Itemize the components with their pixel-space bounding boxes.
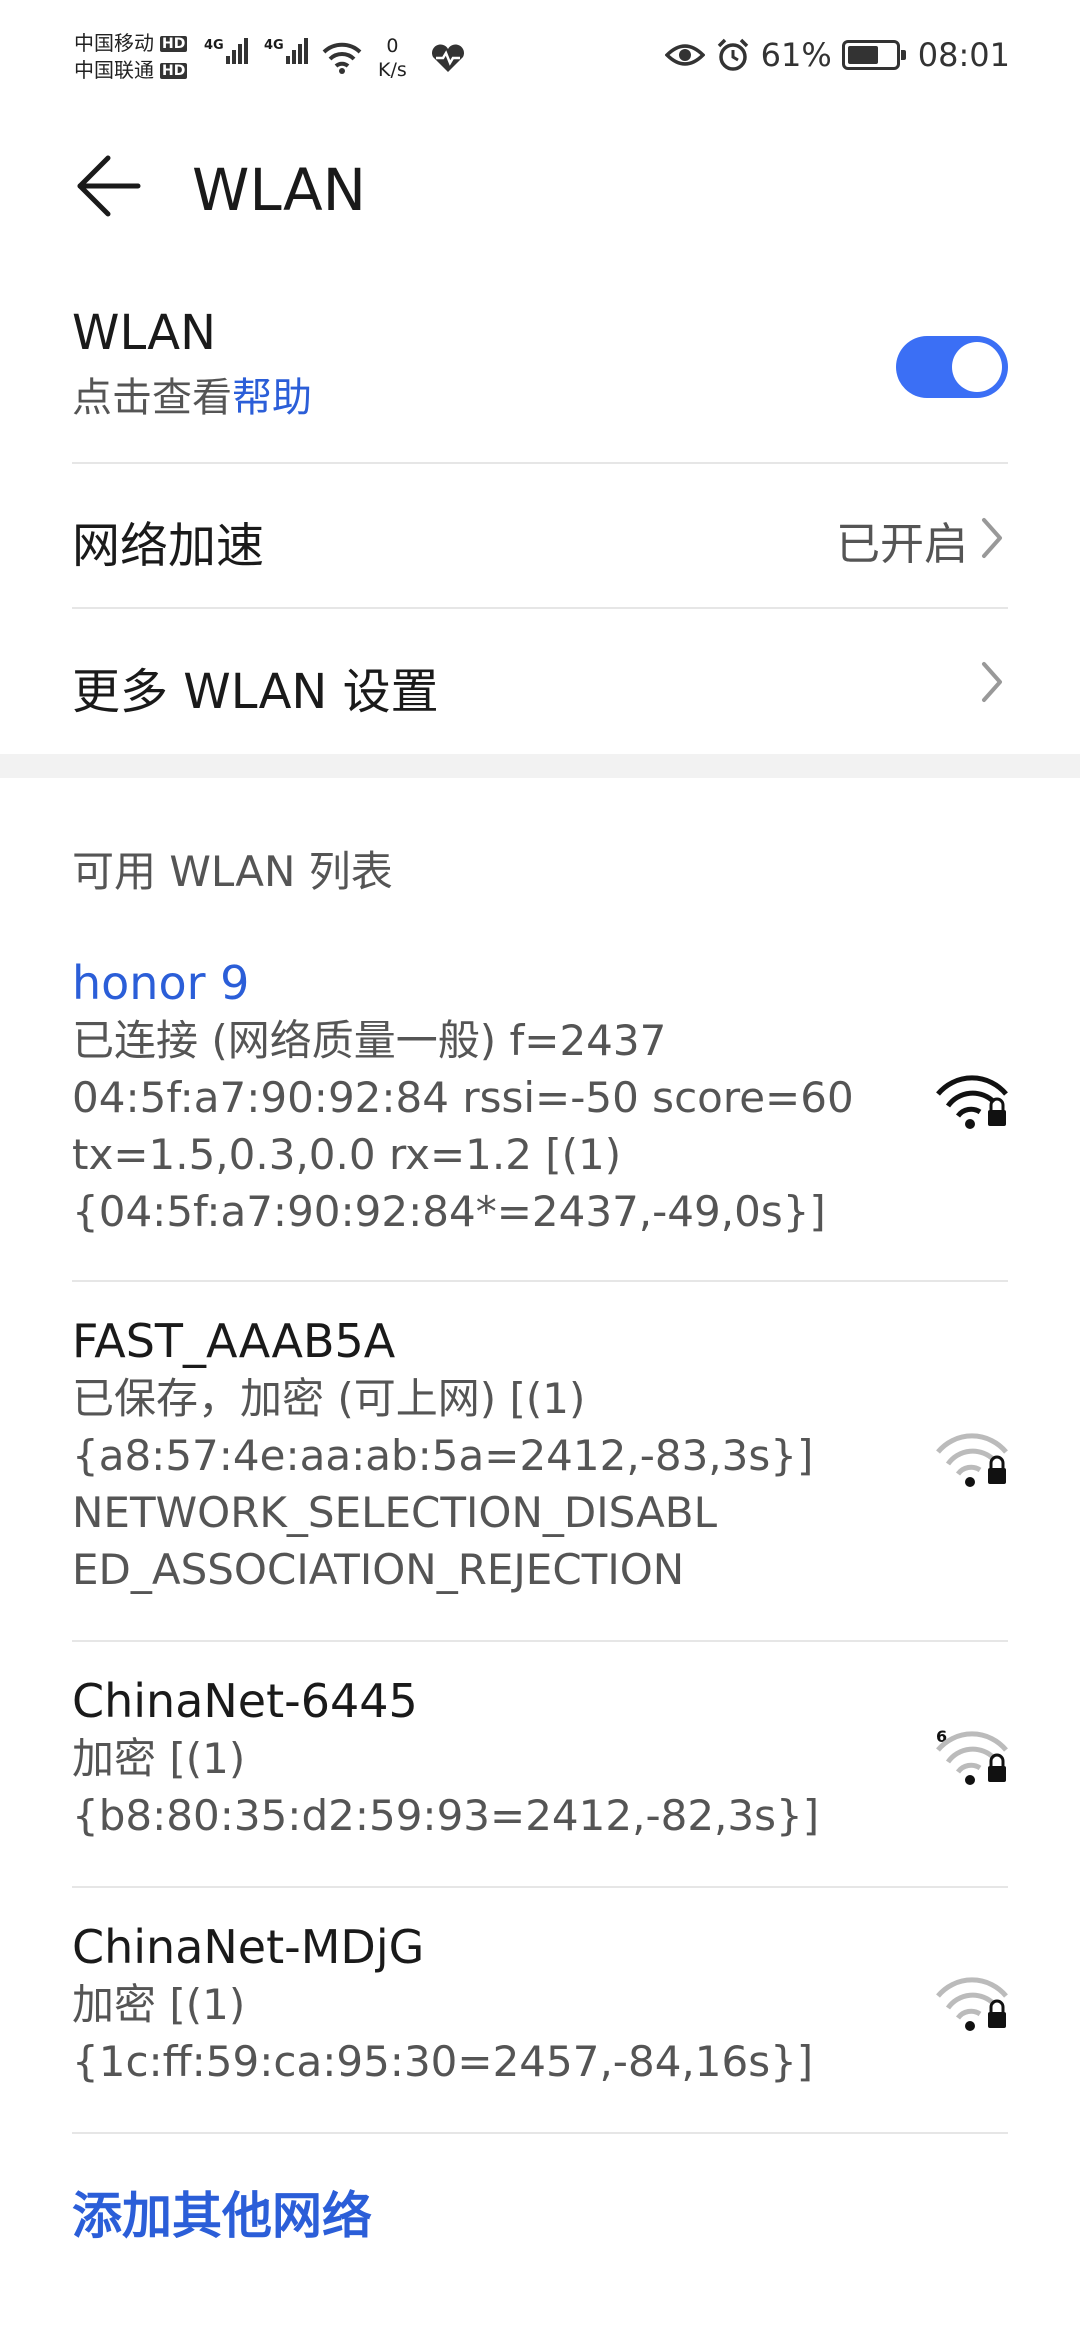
network-status: 已连接 (网络质量一般) f=2437 [72,1016,667,1065]
carrier-1: 中国移动 [74,31,154,55]
clock: 08:01 [917,36,1010,74]
network-item-fast[interactable]: FAST_AAAB5A 已保存，加密 (可上网) [(1) {a8:57:4e:… [72,1312,1008,1612]
wlan-switch[interactable] [896,336,1008,398]
hd-badge: HD [160,35,188,52]
help-hint: 点击查看帮助 [72,375,312,421]
wifi-lock-full-icon [936,1075,1008,1129]
switch-knob [952,342,1002,392]
network-accel-value: 已开启 [836,519,968,570]
wifi6-lock-weak-icon: 6 [936,1728,1008,1785]
network-name: ChinaNet-6445 [72,1674,418,1728]
network-detail: NETWORK_SELECTION_DISABL [72,1488,718,1537]
health-heart-icon [432,44,464,72]
wifi-lock-weak-icon [936,1977,1008,2031]
more-wlan-settings-row[interactable]: 更多 WLAN 设置 [72,652,1008,722]
network-status: 已保存，加密 (可上网) [(1) [72,1374,586,1423]
wifi-status-icon [322,42,362,74]
network-speed: 0 K/s [378,35,407,81]
page-title: WLAN [192,156,367,224]
network-item-chinanet-mdjg[interactable]: ChinaNet-MDjG 加密 [(1) {1c:ff:59:ca:95:30… [72,1918,1008,2118]
eye-comfort-icon [664,44,705,66]
network-item-honor9[interactable]: honor 9 已连接 (网络质量一般) f=2437 04:5f:a7:90:… [72,954,1008,1254]
help-link[interactable]: 帮助 [232,375,312,421]
network-detail: {b8:80:35:d2:59:93=2412,-82,3s}] [72,1791,820,1840]
divider [72,462,1008,464]
battery-percent: 61% [760,36,832,74]
back-arrow-icon[interactable] [72,150,142,220]
network-detail: ED_ASSOCIATION_REJECTION [72,1545,685,1594]
wlan-label: WLAN [72,305,217,361]
divider [72,1280,1008,1282]
divider [72,2132,1008,2134]
chevron-right-icon [982,518,1002,558]
signal-icon: 4G [204,38,250,64]
network-name: FAST_AAAB5A [72,1314,396,1368]
status-right: 61% 08:01 [664,36,1010,74]
more-settings-label: 更多 WLAN 设置 [72,664,439,720]
wifi-lock-weak-icon [936,1433,1008,1487]
alarm-icon [717,38,748,71]
divider [72,1640,1008,1642]
network-detail: 04:5f:a7:90:92:84 rssi=-50 score=60 [72,1073,854,1122]
available-networks-title: 可用 WLAN 列表 [72,847,393,896]
signal-icon: 4G [264,38,310,64]
section-separator [0,754,1080,778]
carrier-info: 中国移动 HD 中国联通 HD [74,30,188,84]
network-detail: {04:5f:a7:90:92:84*=2437,-49,0s}] [72,1187,826,1236]
network-detail: {a8:57:4e:aa:ab:5a=2412,-83,3s}] [72,1431,814,1480]
wlan-toggle-row[interactable]: WLAN 点击查看帮助 [72,305,1008,423]
hd-badge: HD [160,62,188,79]
network-name: ChinaNet-MDjG [72,1920,425,1974]
network-detail: tx=1.5,0.3,0.0 rx=1.2 [(1) [72,1130,622,1179]
network-detail: {1c:ff:59:ca:95:30=2457,-84,16s}] [72,2037,814,2086]
battery-icon [841,40,906,70]
network-status: 加密 [(1) [72,1980,246,2029]
divider [72,1886,1008,1888]
status-bar: 中国移动 HD 中国联通 HD 4G 4G 0 K/s 61% 08:01 [0,0,1080,125]
network-item-chinanet-6445[interactable]: ChinaNet-6445 加密 [(1) {b8:80:35:d2:59:93… [72,1672,1008,1872]
network-name: honor 9 [72,956,250,1010]
divider [72,607,1008,609]
add-other-network-button[interactable]: 添加其他网络 [72,2176,372,2248]
network-status: 加密 [(1) [72,1734,246,1783]
chevron-right-icon [982,662,1002,702]
app-header: WLAN [0,130,1080,250]
carrier-2: 中国联通 [74,58,154,82]
